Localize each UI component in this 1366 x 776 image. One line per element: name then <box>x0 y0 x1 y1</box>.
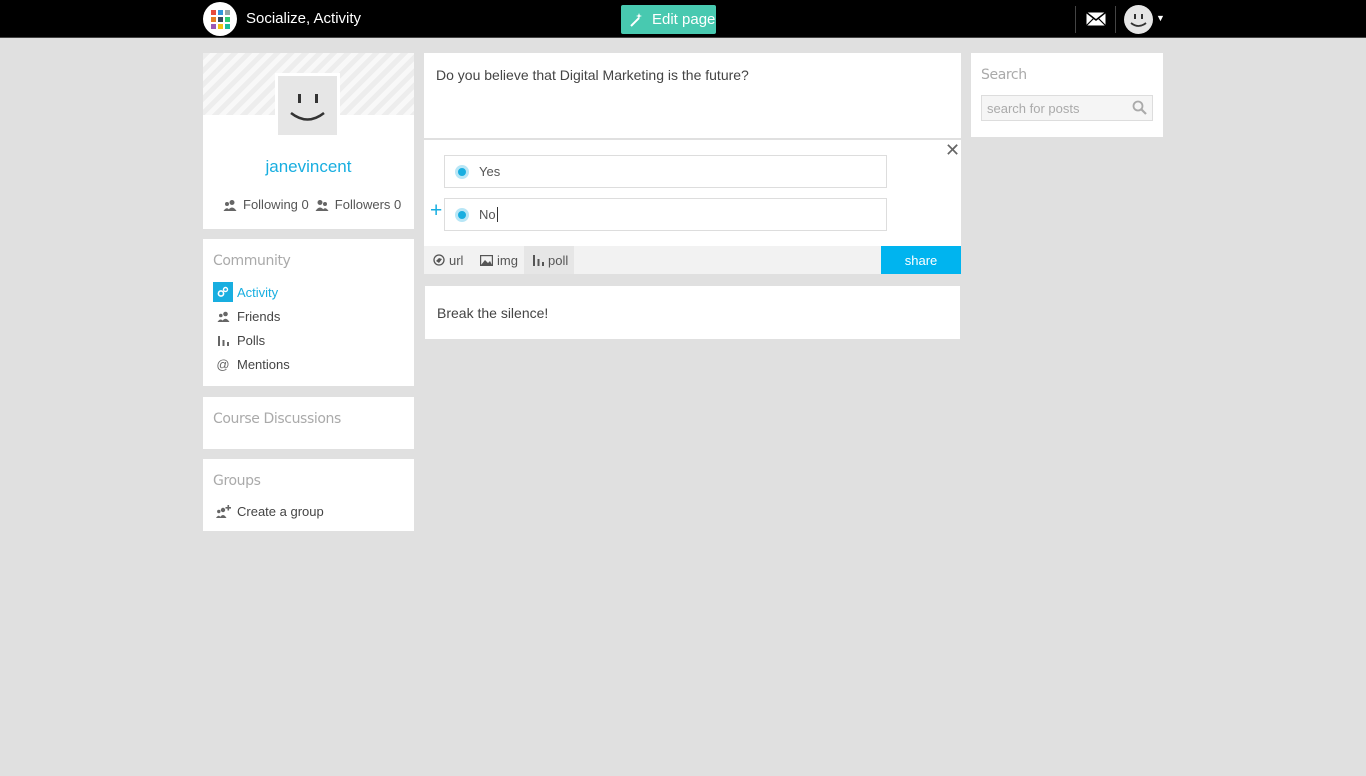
url-label: url <box>449 252 464 268</box>
post-composer[interactable]: Do you believe that Digital Marketing is… <box>424 53 961 139</box>
search-title: Search <box>981 67 1027 83</box>
mention-icon: @ <box>216 356 230 372</box>
friends-icon <box>213 306 233 326</box>
nav-item-polls[interactable]: Polls <box>213 330 265 350</box>
logo-tile <box>210 9 216 15</box>
add-group-icon <box>213 501 233 521</box>
followers-label[interactable]: Followers <box>335 197 391 212</box>
nav-item-label: Mentions <box>237 356 290 372</box>
poll-label: poll <box>548 252 569 268</box>
groups-title: Groups <box>213 473 261 489</box>
post-text[interactable]: Do you believe that Digital Marketing is… <box>436 67 749 83</box>
course-discussions-title: Course Discussions <box>213 411 341 427</box>
nav-item-friends[interactable]: Friends <box>213 306 280 326</box>
logo-tile <box>217 16 223 22</box>
poll-option-text: Yes <box>479 164 501 179</box>
followers-icon <box>315 199 329 211</box>
app-title: Socialize, Activity <box>246 10 362 27</box>
create-group-label: Create a group <box>237 503 324 519</box>
logo-tile <box>210 23 216 29</box>
mail-icon[interactable] <box>1086 12 1106 26</box>
empty-feed-message: Break the silence! <box>437 305 549 321</box>
close-icon[interactable]: ✕ <box>945 140 960 161</box>
community-title: Community <box>213 253 291 269</box>
text-cursor <box>496 207 498 222</box>
following-label[interactable]: Following <box>243 197 298 212</box>
radio-icon <box>455 207 469 222</box>
link-globe-icon <box>433 254 445 266</box>
community-panel: Community Activity Friends Polls @ Menti… <box>203 239 414 386</box>
edit-page-button[interactable]: Edit page <box>621 5 716 34</box>
chevron-down-icon[interactable]: ▼ <box>1156 13 1165 23</box>
search-panel: Search <box>971 53 1163 137</box>
logo-tile <box>217 9 223 15</box>
following-icon <box>223 199 237 211</box>
nav-item-activity[interactable]: Activity <box>213 282 278 302</box>
img-label: img <box>497 252 518 268</box>
follow-stats: Following 0 Followers 0 <box>223 197 401 212</box>
poll-icon <box>533 255 544 266</box>
logo-tile <box>224 16 230 22</box>
magic-wand-icon <box>630 12 642 27</box>
logo-tile <box>224 23 230 29</box>
add-option-icon[interactable]: + <box>430 200 442 221</box>
img-button[interactable]: img <box>480 246 518 274</box>
profile-avatar[interactable] <box>275 73 340 138</box>
search-input[interactable] <box>981 95 1153 121</box>
activity-feed: Break the silence! <box>425 286 960 339</box>
logo-tile <box>224 9 230 15</box>
logo-tile <box>217 23 223 29</box>
profile-card: janevincent Following 0 Followers 0 <box>203 53 414 229</box>
url-button[interactable]: url <box>433 246 463 274</box>
smiley-avatar-icon <box>1130 14 1147 27</box>
app-grid-logo[interactable] <box>203 2 237 36</box>
nav-item-label: Friends <box>237 308 281 324</box>
profile-username[interactable]: janevincent <box>203 157 414 177</box>
groups-panel: Groups Create a group <box>203 459 414 531</box>
share-button[interactable]: share <box>881 246 961 274</box>
user-avatar[interactable] <box>1124 5 1153 34</box>
course-discussions-panel: Course Discussions <box>203 397 414 449</box>
divider <box>1075 6 1076 33</box>
poll-editor: ✕ Yes + No <box>424 140 961 246</box>
app-grid-icon <box>210 9 230 29</box>
activity-icon <box>213 282 233 302</box>
top-bar: Socialize, Activity Edit page ▼ <box>0 0 1366 38</box>
edit-page-label: Edit page <box>652 11 716 28</box>
nav-item-label: Activity <box>237 284 279 300</box>
radio-icon <box>455 164 469 179</box>
nav-item-label: Polls <box>237 332 266 348</box>
poll-option-input[interactable]: Yes <box>444 155 887 188</box>
followers-count[interactable]: 0 <box>394 197 401 212</box>
poll-icon <box>213 330 233 350</box>
smiley-avatar-icon <box>290 94 325 121</box>
poll-button[interactable]: poll <box>524 246 575 274</box>
divider <box>1115 6 1116 33</box>
following-count[interactable]: 0 <box>302 197 309 212</box>
nav-item-mentions[interactable]: @ Mentions <box>213 354 290 374</box>
image-icon <box>480 254 493 266</box>
poll-option-text: No <box>479 207 496 222</box>
create-group-link[interactable]: Create a group <box>213 501 324 521</box>
search-icon[interactable] <box>1132 100 1147 115</box>
logo-tile <box>210 16 216 22</box>
composer-toolbar: url img poll share <box>424 246 961 274</box>
poll-option-input[interactable]: No <box>444 198 887 231</box>
